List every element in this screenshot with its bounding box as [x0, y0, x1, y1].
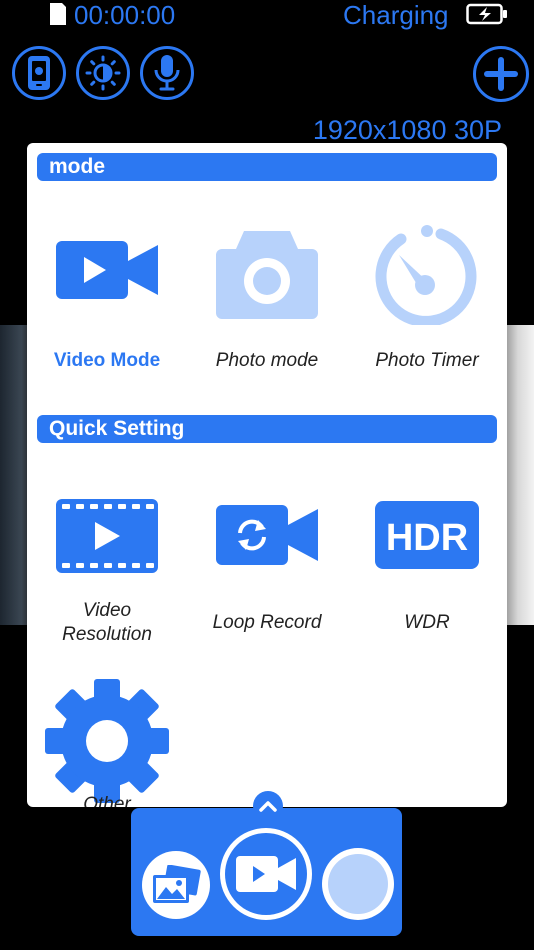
wdr-tile[interactable]: HDR WDR	[347, 495, 507, 645]
hdr-icon: HDR	[375, 501, 479, 569]
expand-panel-button[interactable]	[253, 791, 283, 821]
photo-camera-icon	[216, 231, 318, 319]
charging-status: Charging	[343, 0, 449, 30]
brightness-button[interactable]	[76, 46, 130, 100]
photo-timer-tile[interactable]: Photo Timer	[347, 225, 507, 375]
recording-timer: 00:00:00	[74, 0, 176, 30]
resolution-indicator: 1920x1080 30P	[312, 115, 502, 145]
video-resolution-label-line2: Resolution	[62, 624, 152, 645]
add-button[interactable]	[473, 46, 529, 102]
bottom-control-bar	[131, 808, 402, 936]
video-camera-icon	[236, 856, 296, 892]
camera-switch-icon	[28, 56, 50, 90]
brightness-icon	[85, 55, 121, 91]
photo-timer-label: Photo Timer	[375, 350, 479, 371]
loop-record-label: Loop Record	[212, 612, 322, 633]
shutter-icon	[328, 854, 388, 914]
gallery-icon	[153, 865, 201, 903]
status-bar: 00:00:00 Charging	[0, 0, 534, 32]
gear-icon	[45, 679, 169, 803]
camera-switch-button[interactable]	[12, 46, 66, 100]
microphone-icon	[154, 55, 180, 91]
battery-charging-icon	[466, 3, 507, 25]
quick-setting-section-header: Quick Setting	[37, 415, 497, 443]
timer-icon	[375, 225, 477, 325]
mode-section-header: mode	[37, 153, 497, 181]
mode-panel: mode Video Mode Photo mode Photo Timer Q…	[27, 143, 507, 807]
photo-mode-label: Photo mode	[215, 350, 319, 371]
video-mode-tile[interactable]: Video Mode	[27, 225, 187, 375]
video-resolution-tile[interactable]: Video Resolution	[27, 495, 187, 645]
wdr-label: WDR	[404, 612, 450, 633]
photo-mode-tile[interactable]: Photo mode	[187, 225, 347, 375]
video-resolution-icon	[56, 499, 158, 573]
microphone-button[interactable]	[140, 46, 194, 100]
other-label: Other	[83, 794, 131, 807]
sd-card-icon	[50, 3, 66, 25]
video-mode-label: Video Mode	[53, 350, 161, 371]
video-camera-icon	[56, 241, 158, 299]
record-button[interactable]	[220, 828, 312, 920]
shutter-button[interactable]	[322, 848, 394, 920]
hdr-icon-text: HDR	[386, 517, 468, 559]
gallery-button[interactable]	[142, 851, 210, 919]
other-tile[interactable]: Other	[27, 677, 187, 807]
video-resolution-label-line1: Video	[82, 600, 132, 621]
loop-record-icon	[216, 505, 318, 565]
loop-record-tile[interactable]: Loop Record	[187, 495, 347, 645]
chevron-up-icon	[259, 801, 277, 812]
add-icon	[484, 57, 518, 91]
